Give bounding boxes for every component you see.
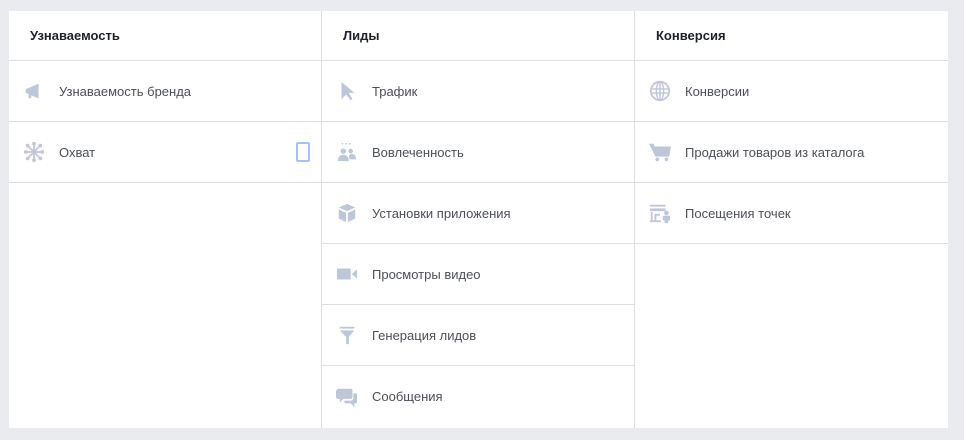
column-header: Конверсия (635, 11, 948, 61)
column-conversion: Конверсия Конверсии Продажи товаров из к… (635, 11, 948, 428)
mobile-device-icon (296, 142, 310, 162)
objective-conversions[interactable]: Конверсии (635, 61, 948, 122)
column-awareness: Узнаваемость Узнаваемость бренда Охват (9, 11, 322, 428)
objective-app-installs[interactable]: Установки приложения (322, 183, 634, 244)
objective-video-views[interactable]: Просмотры видео (322, 244, 634, 305)
objective-brand-awareness[interactable]: Узнаваемость бренда (9, 61, 321, 122)
reach-icon (22, 140, 46, 164)
cursor-icon (335, 79, 359, 103)
cart-icon (648, 140, 672, 164)
objective-reach[interactable]: Охват (9, 122, 321, 183)
objective-panel: Узнаваемость Узнаваемость бренда Охват Л… (9, 11, 948, 428)
objective-traffic[interactable]: Трафик (322, 61, 634, 122)
objective-store-visits[interactable]: Посещения точек (635, 183, 948, 244)
objective-engagement[interactable]: Вовлеченность (322, 122, 634, 183)
people-icon (335, 140, 359, 164)
funnel-icon (335, 323, 359, 347)
column-header: Узнаваемость (9, 11, 321, 61)
globe-icon (648, 79, 672, 103)
video-camera-icon (335, 262, 359, 286)
store-visit-icon (648, 201, 672, 225)
objective-lead-generation[interactable]: Генерация лидов (322, 305, 634, 366)
box-icon (335, 201, 359, 225)
megaphone-icon (22, 79, 46, 103)
column-header: Лиды (322, 11, 634, 61)
objective-messages[interactable]: Сообщения (322, 366, 634, 427)
chat-bubbles-icon (335, 385, 359, 409)
column-leads: Лиды Трафик Вовлеченность Установки прил… (322, 11, 635, 428)
objective-catalog-sales[interactable]: Продажи товаров из каталога (635, 122, 948, 183)
